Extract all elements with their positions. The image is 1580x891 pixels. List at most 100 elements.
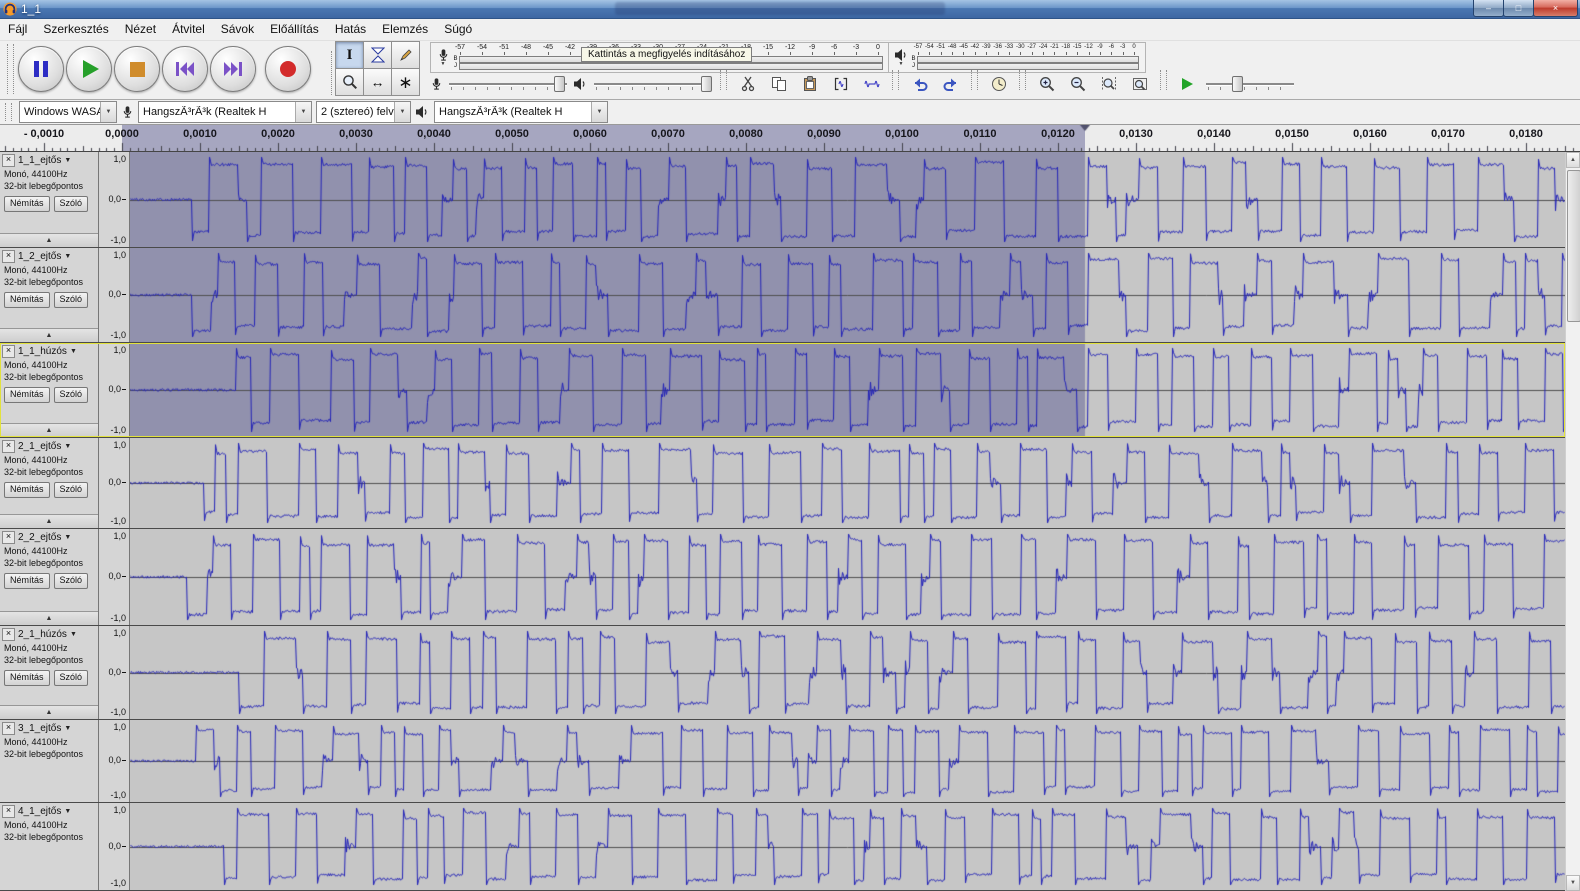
solo-button[interactable]: Szóló — [53, 196, 89, 212]
slider-thumb[interactable] — [1231, 75, 1243, 92]
waveform-canvas[interactable] — [130, 626, 1565, 719]
menu-item-elemzes[interactable]: Elemzés — [374, 19, 436, 39]
track-close-button[interactable]: × — [2, 250, 15, 263]
skip-to-start-button[interactable] — [162, 46, 208, 92]
track-menu-arrow-icon[interactable]: ▼ — [70, 631, 77, 638]
menu-item-eloallitas[interactable]: Előállítás — [262, 19, 327, 39]
toolbar-grip[interactable] — [892, 70, 899, 90]
track-collapse-button[interactable]: ▲ — [0, 705, 98, 719]
recording-meter[interactable]: ▼ -57-54-51-48-45-42-39-36-33-30-27-24-2… — [430, 42, 890, 73]
menu-item-hatas[interactable]: Hatás — [327, 19, 374, 39]
toolbar-grip[interactable] — [7, 44, 14, 94]
track-control-panel[interactable]: × 1_1_húzós ▼ Monó, 44100Hz 32-bit lebeg… — [0, 343, 99, 437]
meter-output-selector[interactable]: ▼ — [892, 44, 910, 71]
waveform-canvas[interactable] — [130, 152, 1565, 247]
mute-button[interactable]: Némítás — [4, 292, 50, 308]
paste-button[interactable] — [797, 71, 822, 96]
mute-button[interactable]: Némítás — [4, 573, 50, 589]
amplitude-ruler[interactable]: 1,0 0,0 -1,0 — [99, 803, 130, 890]
toolbar-grip[interactable] — [1019, 70, 1026, 90]
menu-item-sugo[interactable]: Súgó — [436, 19, 480, 39]
amplitude-ruler[interactable]: 1,0 0,0 -1,0 — [99, 343, 130, 437]
vertical-scrollbar[interactable]: ▲ ▼ — [1565, 152, 1580, 891]
time-shift-tool-button[interactable]: ↔ — [363, 68, 392, 96]
track-control-panel[interactable]: × 1_2_ejtős ▼ Monó, 44100Hz 32-bit lebeg… — [0, 248, 99, 342]
dropdown-arrow-icon[interactable]: ▼ — [591, 101, 607, 122]
track-collapse-button[interactable]: ▲ — [0, 514, 98, 528]
scrollbar-thumb[interactable] — [1567, 170, 1580, 322]
zoom-to-selection-button[interactable] — [1096, 71, 1121, 96]
track-menu-arrow-icon[interactable]: ▼ — [64, 808, 71, 815]
menu-item-atvitel[interactable]: Átvitel — [164, 19, 213, 39]
dropdown-arrow-icon[interactable]: ▼ — [394, 101, 410, 122]
toolbar-grip[interactable] — [720, 70, 727, 90]
zoom-tool-button[interactable] — [335, 68, 364, 96]
track-control-panel[interactable]: × 3_1_ejtős ▼ Monó, 44100Hz 32-bit lebeg… — [0, 720, 99, 802]
waveform-canvas[interactable] — [130, 720, 1565, 802]
record-button[interactable] — [265, 46, 311, 92]
track-name[interactable]: 1_1_ejtős — [18, 155, 61, 166]
slider-thumb[interactable] — [553, 75, 565, 92]
envelope-tool-button[interactable] — [363, 41, 392, 69]
menu-item-fajl[interactable]: Fájl — [0, 19, 35, 39]
recording-device-select[interactable]: HangszÃ³rÃ³k (Realtek H ▼ — [138, 100, 312, 123]
playback-device-select[interactable]: HangszÃ³rÃ³k (Realtek H ▼ — [434, 100, 608, 123]
waveform-canvas[interactable] — [130, 343, 1565, 437]
toolbar-grip[interactable] — [971, 70, 978, 90]
track-control-panel[interactable]: × 2_1_ejtős ▼ Monó, 44100Hz 32-bit lebeg… — [0, 438, 99, 528]
pause-button[interactable] — [18, 46, 64, 92]
waveform-canvas[interactable] — [130, 438, 1565, 528]
dropdown-arrow-icon[interactable]: ▼ — [295, 101, 311, 122]
copy-button[interactable] — [766, 71, 791, 96]
zoom-in-button[interactable] — [1034, 71, 1059, 96]
solo-button[interactable]: Szóló — [53, 292, 89, 308]
recording-channels-select[interactable]: 2 (sztereó) felv ▼ — [316, 100, 411, 123]
track-control-panel[interactable]: × 4_1_ejtős ▼ Monó, 44100Hz 32-bit lebeg… — [0, 803, 99, 890]
amplitude-ruler[interactable]: 1,0 0,0 -1,0 — [99, 720, 130, 802]
mute-button[interactable]: Némítás — [4, 387, 50, 403]
track-menu-arrow-icon[interactable]: ▼ — [64, 157, 71, 164]
track-menu-arrow-icon[interactable]: ▼ — [70, 348, 77, 355]
slider-thumb[interactable] — [701, 75, 713, 92]
play-button[interactable] — [66, 46, 112, 92]
play-at-speed-button[interactable] — [1175, 71, 1200, 96]
amplitude-ruler[interactable]: 1,0 0,0 -1,0 — [99, 529, 130, 625]
timeline-ruler[interactable]: - 0,0010 0,0000 0,0010 0,0020 0,0030 0,0040 0,… — [0, 125, 1580, 152]
track-collapse-button[interactable]: ▲ — [0, 423, 98, 437]
track-control-panel[interactable]: × 2_2_ejtős ▼ Monó, 44100Hz 32-bit lebeg… — [0, 529, 99, 625]
menu-item-savok[interactable]: Sávok — [213, 19, 262, 39]
audio-host-select[interactable]: Windows WASAPI ▼ — [19, 100, 117, 123]
dropdown-arrow-icon[interactable]: ▼ — [100, 101, 116, 122]
amplitude-ruler[interactable]: 1,0 0,0 -1,0 — [99, 152, 130, 247]
meter-input-selector[interactable]: ▼ — [434, 44, 452, 71]
menu-item-nezet[interactable]: Nézet — [117, 19, 164, 39]
track-menu-arrow-icon[interactable]: ▼ — [64, 534, 71, 541]
sync-lock-button[interactable] — [986, 71, 1011, 96]
track-name[interactable]: 1_1_húzós — [18, 346, 67, 357]
track-name[interactable]: 2_2_ejtős — [18, 532, 61, 543]
track-name[interactable]: 1_2_ejtős — [18, 251, 61, 262]
maximize-button[interactable]: □ — [1503, 0, 1534, 17]
undo-button[interactable] — [907, 71, 932, 96]
recording-volume-slider[interactable] — [449, 75, 567, 93]
toolbar-grip[interactable] — [1160, 70, 1167, 90]
waveform-canvas[interactable] — [130, 803, 1565, 890]
solo-button[interactable]: Szóló — [53, 573, 89, 589]
multi-tool-button[interactable]: ∗ — [391, 68, 420, 96]
track-collapse-button[interactable]: ▲ — [0, 233, 98, 247]
waveform-canvas[interactable] — [130, 529, 1565, 625]
track-close-button[interactable]: × — [2, 345, 15, 358]
play-speed-slider[interactable] — [1206, 75, 1294, 93]
cut-button[interactable] — [735, 71, 760, 96]
track-control-panel[interactable]: × 2_1_húzós ▼ Monó, 44100Hz 32-bit lebeg… — [0, 626, 99, 719]
skip-to-end-button[interactable] — [210, 46, 256, 92]
track-name[interactable]: 2_1_ejtős — [18, 441, 61, 452]
redo-button[interactable] — [938, 71, 963, 96]
track-close-button[interactable]: × — [2, 531, 15, 544]
monitoring-tooltip[interactable]: Kattintás a megfigyelés indításához — [581, 47, 753, 62]
zoom-out-button[interactable] — [1065, 71, 1090, 96]
playback-volume-slider[interactable] — [594, 75, 713, 93]
track-control-panel[interactable]: × 1_1_ejtős ▼ Monó, 44100Hz 32-bit lebeg… — [0, 152, 99, 247]
selection-tool-button[interactable]: I — [335, 41, 364, 69]
solo-button[interactable]: Szóló — [53, 670, 89, 686]
